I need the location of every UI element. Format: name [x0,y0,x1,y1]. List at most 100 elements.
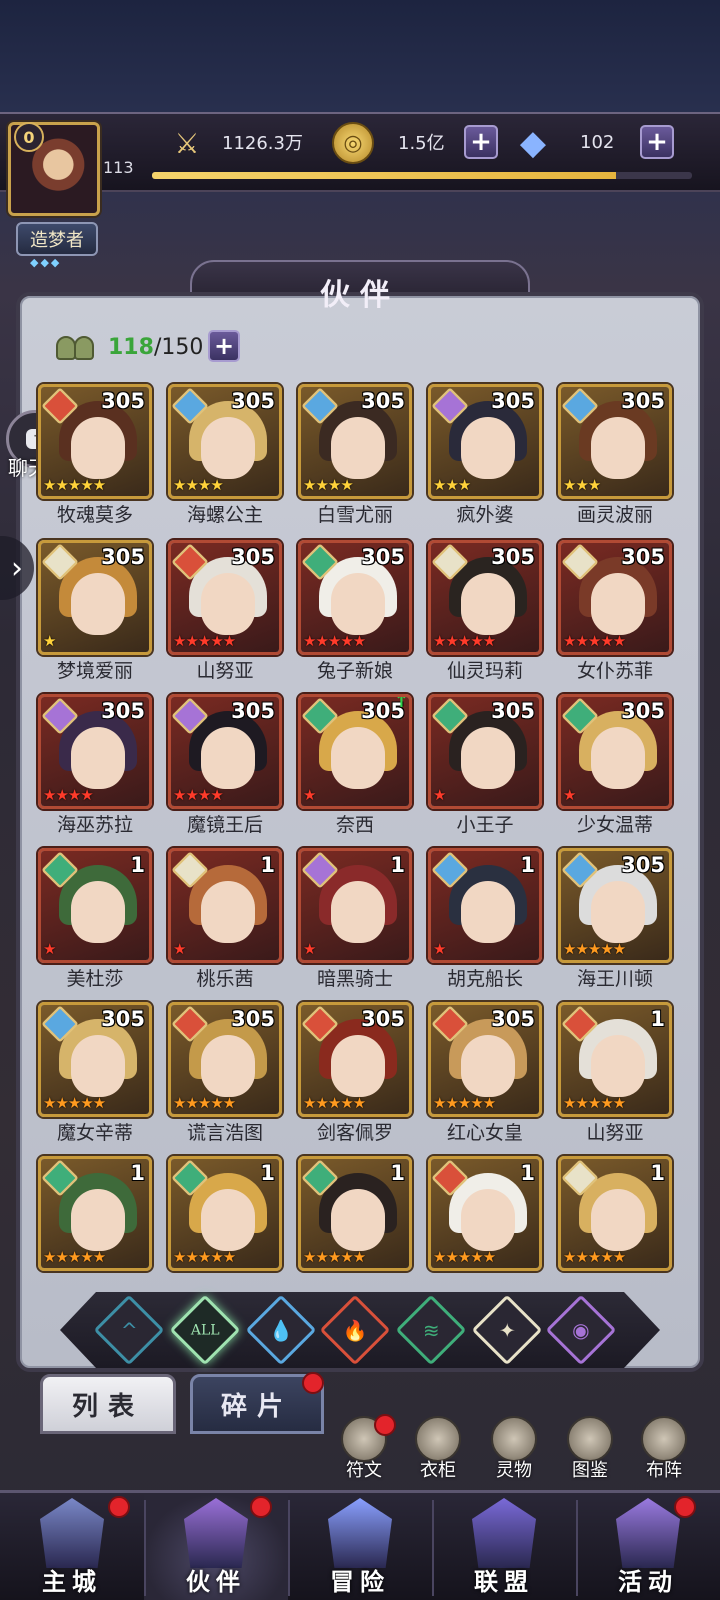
hero-card[interactable]: 305 ★★★★ [298,384,412,499]
nav-separator [432,1500,434,1596]
hero-card[interactable]: 1 ★ [38,848,152,963]
tool-codex-button[interactable]: 图鉴 [560,1416,620,1482]
hero-name: 海巫苏拉 [56,814,133,836]
hero-stars: ★★★★★ [563,1248,626,1266]
hero-level: 305 [101,389,145,413]
alliance-icon [472,1498,536,1568]
hero-card[interactable]: 305 ★★★★ [168,694,282,809]
tab-list[interactable]: 列表 [40,1374,176,1434]
hero-card[interactable]: 305 ★★★★★ [558,848,672,963]
nav-label: 冒险 [330,1568,390,1596]
hero-name: 山努亚 [586,1122,644,1144]
hero-card[interactable]: 1 ★★★★★ [298,1156,412,1271]
partner-icon [184,1498,248,1568]
hero-card[interactable]: 305 ★★★★★ [168,540,282,655]
gem-icon: ◆ [519,123,547,163]
hero-stars: ★ [433,940,446,958]
hero-name: 美杜莎 [66,968,124,990]
hero-level: 305 [491,389,535,413]
nav-separator [144,1500,146,1596]
hero-card[interactable]: 305 ★★★★★ [168,1002,282,1117]
hero-stars: ★★★★ [303,476,354,494]
roster-max: /150 [153,334,204,360]
hero-stars: ★★★ [433,476,471,494]
hero-level: 305 [361,389,405,413]
power-icon: ⚔ [174,126,200,160]
hero-card[interactable]: 305 ★ [428,694,542,809]
roster-people-icon [54,330,98,364]
hero-stars: ★ [303,786,316,804]
hero-stars: ★ [303,940,316,958]
hero-card[interactable]: 1 ★★★★★ [38,1156,152,1271]
player-title-badge[interactable]: 造梦者 [16,222,98,256]
hero-card[interactable]: 305 ★ [558,694,672,809]
add-gem-button[interactable]: + [640,125,674,159]
nav-label: 活动 [618,1568,678,1596]
hero-level: 305 [231,545,275,569]
exp-progress-bar [152,172,692,179]
add-gold-button[interactable]: + [464,125,498,159]
hero-card[interactable]: 305 ★★★ [428,384,542,499]
hero-stars: ★★★★★ [173,1094,236,1112]
tool-label: 布阵 [646,1460,682,1481]
hero-card[interactable]: 1 ★ [298,848,412,963]
hero-stars: ★★★★★ [303,1094,366,1112]
hero-level: 305 [231,699,275,723]
title-stars: ◆◆◆ [30,256,62,269]
gem-value: 102 [580,131,615,153]
hero-level: 305 [231,389,275,413]
hero-card[interactable]: 305 ★★★★ [38,694,152,809]
tool-relic-button[interactable]: 灵物 [484,1416,544,1482]
nav-alliance[interactable]: 联盟 [432,1494,576,1600]
hero-card[interactable]: 305 ★★★★ [168,384,282,499]
hero-stars: ★★★ [563,476,601,494]
nav-red-dot [674,1496,696,1518]
hero-name: 女仆苏菲 [576,660,653,682]
hero-card[interactable]: 1 ★★★★★ [558,1002,672,1117]
hero-card[interactable]: 305 ★ [38,540,152,655]
hero-stars: ★★★★★ [563,940,626,958]
tool-label: 图鉴 [572,1460,608,1481]
tool-label: 衣柜 [420,1460,456,1481]
roster-current: 118 [108,334,154,360]
hero-card[interactable]: 305 ★★★ [558,384,672,499]
hero-card[interactable]: 305 ★ ↑ [298,694,412,809]
nav-adventure[interactable]: 冒险 [288,1494,432,1600]
hero-card[interactable]: 305 ★★★★★ [38,1002,152,1117]
hero-level: 1 [130,1161,145,1185]
hero-card[interactable]: 1 ★★★★★ [168,1156,282,1271]
tool-wardrobe-button[interactable]: 衣柜 [408,1416,468,1482]
nav-red-dot [108,1496,130,1518]
hero-stars: ★★★★★ [303,1248,366,1266]
hero-stars: ★ [173,940,186,958]
hero-level: 305 [491,1007,535,1031]
hero-stars: ★★★★ [173,786,224,804]
expand-roster-button[interactable]: + [208,330,240,362]
tool-label: 灵物 [496,1460,532,1481]
nav-event[interactable]: 活动 [576,1494,720,1600]
hero-name: 桃乐茜 [196,968,254,990]
tool-formation-button[interactable]: 布阵 [634,1416,694,1482]
hero-card[interactable]: 305 ★★★★★ [428,540,542,655]
hero-card[interactable]: 1 ★★★★★ [558,1156,672,1271]
hero-name: 白雪尤丽 [316,504,393,526]
nav-label: 伙伴 [186,1568,246,1596]
hero-card[interactable]: 305 ★★★★★ [38,384,152,499]
hero-card[interactable]: 305 ★★★★★ [298,540,412,655]
hero-name: 兔子新娘 [316,660,393,682]
hero-card[interactable]: 1 ★★★★★ [428,1156,542,1271]
hero-level: 305 [491,545,535,569]
hero-card[interactable]: 1 ★ [428,848,542,963]
hero-level: 305 [621,389,665,413]
hero-name: 谎言浩图 [186,1122,263,1144]
hero-level: 1 [260,1161,275,1185]
dark-filter-icon: ◉ [572,1317,590,1342]
hero-card[interactable]: 1 ★ [168,848,282,963]
hero-level: 1 [390,853,405,877]
hero-card[interactable]: 305 ★★★★★ [298,1002,412,1117]
tool-label: 符文 [346,1460,382,1481]
hero-level: 305 [621,545,665,569]
power-value: 1126.3万 [222,133,303,154]
hero-card[interactable]: 305 ★★★★★ [558,540,672,655]
hero-card[interactable]: 305 ★★★★★ [428,1002,542,1117]
